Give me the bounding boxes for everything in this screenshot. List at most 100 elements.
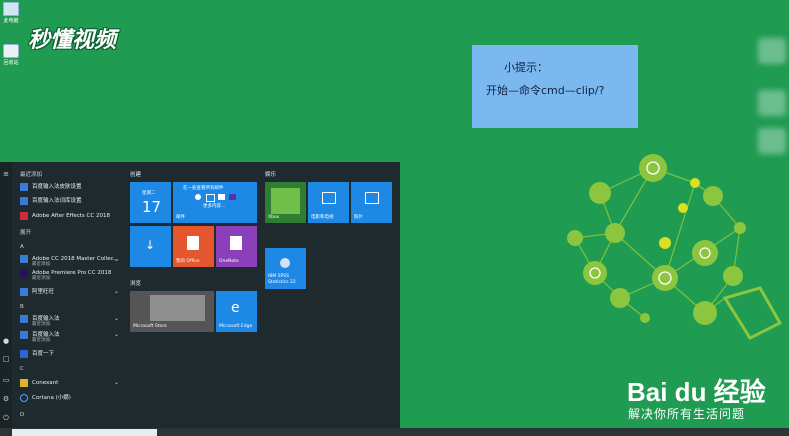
- after-effects-icon: [20, 211, 28, 220]
- calendar-day: 星期二: [142, 191, 156, 196]
- mail-more: 更多内容...: [203, 204, 226, 209]
- documents-icon[interactable]: □: [2, 355, 10, 363]
- tile-download[interactable]: ↓: [130, 226, 171, 267]
- calendar-date: 17: [142, 198, 162, 216]
- app-list-item[interactable]: 百度输入法 最近添加: [20, 330, 60, 343]
- photo-icon: [365, 192, 379, 204]
- tile-label: 照片: [354, 215, 363, 220]
- chevron-down-icon[interactable]: ⌄: [114, 331, 119, 338]
- app-sub: 最近添加: [32, 322, 50, 327]
- computer-icon: [3, 2, 19, 16]
- app-list-item[interactable]: 阿里旺旺: [20, 287, 54, 297]
- taskbar: [0, 428, 789, 436]
- app-name: Adobe After Effects CC 2018: [32, 213, 110, 219]
- tile-calendar[interactable]: 星期二 17: [130, 182, 171, 223]
- pictures-icon[interactable]: ▭: [2, 376, 10, 384]
- app-icon: [20, 196, 28, 205]
- tile-photos[interactable]: 照片: [351, 182, 392, 223]
- tile-label: 我的 Office: [176, 259, 200, 264]
- tile-onenote[interactable]: OneNote: [216, 226, 257, 267]
- chevron-down-icon[interactable]: ⌄: [114, 315, 119, 322]
- taskbar-search-input[interactable]: [12, 429, 157, 436]
- app-sub: 最近添加: [32, 338, 50, 343]
- section-create: 创建: [130, 172, 142, 178]
- xbox-artwork: [271, 188, 300, 214]
- google-icon: [195, 194, 201, 200]
- tile-label: 邮件: [176, 215, 185, 220]
- app-list-item[interactable]: Adobe Premiere Pro CC 2018 最近添加: [20, 268, 111, 281]
- recent-header: 最近添加: [20, 172, 43, 178]
- lightbulb-network-illustration: [567, 154, 783, 340]
- tile-my-office[interactable]: 我的 Office: [173, 226, 214, 267]
- folder-icon: [20, 254, 28, 263]
- letter-header-b[interactable]: B: [20, 304, 24, 310]
- mail-header: 在一处查看所有邮件: [183, 186, 224, 191]
- letter-header-d[interactable]: D: [20, 412, 24, 418]
- outlook-icon: [206, 194, 215, 202]
- desktop-icon-this-pc[interactable]: 此电脑: [0, 2, 22, 24]
- tile-spss[interactable]: IBM SPSS Statistics 22: [265, 248, 306, 289]
- app-list-item[interactable]: 百度输入法 最近添加: [20, 314, 60, 327]
- app-list-item[interactable]: 百度一下: [20, 349, 54, 359]
- letter-header-a[interactable]: A: [20, 244, 24, 250]
- yahoo-icon: [229, 194, 236, 200]
- app-list: 最近添加 百度输入法皮肤设置 百度输入法词库设置 Adobe After Eff…: [14, 162, 124, 436]
- tile-edge[interactable]: e Microsoft Edge: [216, 291, 257, 332]
- section-play: 娱乐: [265, 172, 277, 178]
- tile-mail[interactable]: 在一处查看所有邮件 更多内容... 邮件: [173, 182, 257, 223]
- tip-title: 小提示：: [504, 61, 548, 74]
- app-name: 百度输入法皮肤设置: [32, 184, 82, 190]
- office-icon: [187, 236, 199, 250]
- store-artwork: [150, 295, 205, 321]
- tile-label: Microsoft Edge: [219, 324, 253, 329]
- app-name: 阿里旺旺: [32, 289, 55, 295]
- app-name: Cortana (小娜): [32, 395, 71, 401]
- tile-label: Microsoft Store: [133, 324, 167, 329]
- app-icon: [20, 182, 28, 191]
- cortana-icon: [20, 393, 28, 402]
- folder-icon: [20, 287, 28, 296]
- tile-movies-tv[interactable]: 电影和电视: [308, 182, 349, 223]
- settings-gear-icon[interactable]: ⚙: [2, 395, 10, 403]
- hamburger-icon[interactable]: ≡: [2, 170, 10, 178]
- chevron-down-icon[interactable]: ⌄: [114, 288, 119, 295]
- spss-icon: [280, 258, 290, 268]
- desktop-icon-label: 回收站: [3, 60, 19, 66]
- app-list-item[interactable]: Conexant: [20, 378, 58, 388]
- letter-header-c[interactable]: C: [20, 366, 24, 372]
- tile-microsoft-store[interactable]: Microsoft Store: [130, 291, 214, 332]
- chevron-down-icon[interactable]: ⌄: [114, 379, 119, 386]
- baidu-icon: [20, 349, 28, 358]
- tip-text: 开始—命令cmd—clip/?: [486, 84, 605, 97]
- app-name: 百度输入法词库设置: [32, 198, 82, 204]
- app-sub: 最近添加: [32, 276, 50, 281]
- baidu-tagline: 解决你所有生活问题: [628, 407, 746, 421]
- tile-label: OneNote: [219, 259, 239, 264]
- section-browse: 浏览: [130, 281, 142, 287]
- expand-toggle[interactable]: 展开: [20, 228, 31, 236]
- film-icon: [322, 192, 336, 204]
- app-list-item[interactable]: Adobe CC 2018 Master Collec... 最近添加: [20, 254, 119, 267]
- tile-label: 电影和电视: [311, 215, 334, 220]
- desktop-icon-label: 此电脑: [3, 18, 19, 24]
- envelope-icon: [218, 194, 225, 200]
- desktop-icon-recycle-bin[interactable]: 回收站: [0, 44, 22, 66]
- user-icon[interactable]: ●: [2, 337, 10, 345]
- start-rail: ≡ ● □ ▭ ⚙ ⏻: [0, 162, 12, 436]
- power-icon[interactable]: ⏻: [2, 414, 10, 422]
- tip-box: 小提示： 开始—命令cmd—clip/?: [472, 45, 638, 128]
- app-list-item[interactable]: 百度输入法皮肤设置: [20, 182, 82, 192]
- chevron-down-icon[interactable]: ⌄: [114, 256, 119, 263]
- app-name: Conexant: [32, 380, 59, 386]
- tile-xbox[interactable]: Xbox: [265, 182, 306, 223]
- tile-label: Xbox: [268, 215, 280, 220]
- onenote-icon: [230, 236, 242, 250]
- app-list-item[interactable]: 百度输入法词库设置: [20, 196, 82, 206]
- tile-label: IBM SPSS Statistics 22: [268, 274, 296, 285]
- premiere-icon: [20, 268, 28, 277]
- blurred-desktop-icon: [758, 90, 786, 116]
- video-watermark: 秒懂视频: [28, 27, 117, 53]
- app-list-item[interactable]: Cortana (小娜): [20, 393, 71, 403]
- app-list-item[interactable]: Adobe After Effects CC 2018: [20, 211, 110, 221]
- edge-icon: e: [231, 300, 240, 316]
